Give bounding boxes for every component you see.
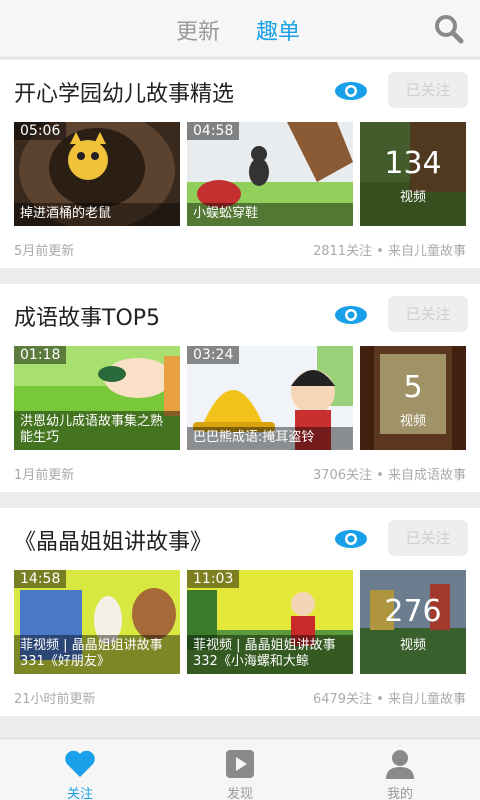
video-thumbnail[interactable]: 11:03 菲视频 | 晶晶姐姐讲故事 332《小海螺和大鲸 xyxy=(187,570,353,674)
follow-button[interactable]: 已关注 xyxy=(388,72,468,108)
card-title: 开心学园幼儿故事精选 xyxy=(14,82,235,107)
video-count-label: 视频 xyxy=(399,414,426,429)
follow-button[interactable]: 已关注 xyxy=(388,296,468,332)
video-thumbnail[interactable]: 05:06 掉进酒桶的老鼠 xyxy=(14,122,180,226)
video-thumbnail[interactable]: 03:24 巴巴熊成语:掩耳盗铃 xyxy=(187,346,353,450)
card-title: 《晶晶姐姐讲故事》 xyxy=(14,530,213,555)
video-title: 小蜈蚣穿鞋 xyxy=(187,203,353,226)
follow-stats: 3706关注 • 来自成语故事 xyxy=(312,468,466,483)
nav-mine[interactable]: 我的 xyxy=(340,739,460,800)
bottom-nav: 关注 发现 我的 xyxy=(0,738,480,800)
nav-label: 发现 xyxy=(226,787,253,800)
nav-label: 我的 xyxy=(386,787,413,800)
updated-time: 5月前更新 xyxy=(14,244,75,259)
heart-icon xyxy=(65,750,95,777)
search-icon[interactable] xyxy=(434,14,464,44)
playlist-card[interactable]: 《晶晶姐姐讲故事》 已关注 14:58 菲视频 | 晶晶姐姐讲故事 331《好朋… xyxy=(0,508,480,716)
video-count: 276 xyxy=(384,594,442,629)
updated-time: 21小时前更新 xyxy=(14,692,96,707)
top-bar: 更新 趣单 xyxy=(0,0,480,58)
tab-playlists[interactable]: 趣单 xyxy=(256,14,300,46)
video-count: 5 xyxy=(403,370,423,405)
play-icon xyxy=(226,750,254,778)
playlist-more-thumbnail[interactable]: 276 视频 xyxy=(360,570,466,674)
playlist-more-thumbnail[interactable]: 134 视频 xyxy=(360,122,466,226)
video-count-label: 视频 xyxy=(399,190,426,205)
video-thumbnail[interactable]: 14:58 菲视频 | 晶晶姐姐讲故事 331《好朋友》 xyxy=(14,570,180,674)
follow-button[interactable]: 已关注 xyxy=(388,520,468,556)
playlist-card[interactable]: 成语故事TOP5 已关注 01:18 洪恩幼儿成语故事集之熟能生巧 03:24 … xyxy=(0,284,480,492)
nav-follow[interactable]: 关注 xyxy=(20,739,140,800)
eye-icon xyxy=(334,80,368,102)
video-count: 134 xyxy=(384,146,442,181)
nav-discover[interactable]: 发现 xyxy=(180,739,300,800)
video-title: 菲视频 | 晶晶姐姐讲故事 332《小海螺和大鲸 xyxy=(187,635,353,674)
card-title: 成语故事TOP5 xyxy=(14,306,161,331)
video-duration: 03:24 xyxy=(187,346,240,364)
playlist-card[interactable]: 开心学园幼儿故事精选 已关注 05:06 掉进酒桶的老鼠 04:58 小蜈蚣穿鞋 xyxy=(0,60,480,268)
video-title: 掉进酒桶的老鼠 xyxy=(14,203,180,226)
video-title: 巴巴熊成语:掩耳盗铃 xyxy=(187,427,353,450)
follow-stats: 2811关注 • 来自儿童故事 xyxy=(312,244,466,259)
video-thumbnail[interactable]: 04:58 小蜈蚣穿鞋 xyxy=(187,122,353,226)
follow-stats: 6479关注 • 来自儿童故事 xyxy=(312,692,466,707)
eye-icon xyxy=(334,528,368,550)
video-duration: 05:06 xyxy=(14,122,67,140)
person-icon xyxy=(386,750,414,779)
video-duration: 11:03 xyxy=(187,570,240,588)
video-duration: 14:58 xyxy=(14,570,67,588)
playlist-more-thumbnail[interactable]: 5 视频 xyxy=(360,346,466,450)
tab-updates[interactable]: 更新 xyxy=(176,14,220,46)
eye-icon xyxy=(334,304,368,326)
video-title: 菲视频 | 晶晶姐姐讲故事 331《好朋友》 xyxy=(14,635,180,674)
video-count-label: 视频 xyxy=(399,638,426,653)
video-duration: 01:18 xyxy=(14,346,67,364)
nav-label: 关注 xyxy=(66,787,93,800)
updated-time: 1月前更新 xyxy=(14,468,75,483)
video-title: 洪恩幼儿成语故事集之熟能生巧 xyxy=(14,411,180,450)
video-thumbnail[interactable]: 01:18 洪恩幼儿成语故事集之熟能生巧 xyxy=(14,346,180,450)
video-duration: 04:58 xyxy=(187,122,240,140)
